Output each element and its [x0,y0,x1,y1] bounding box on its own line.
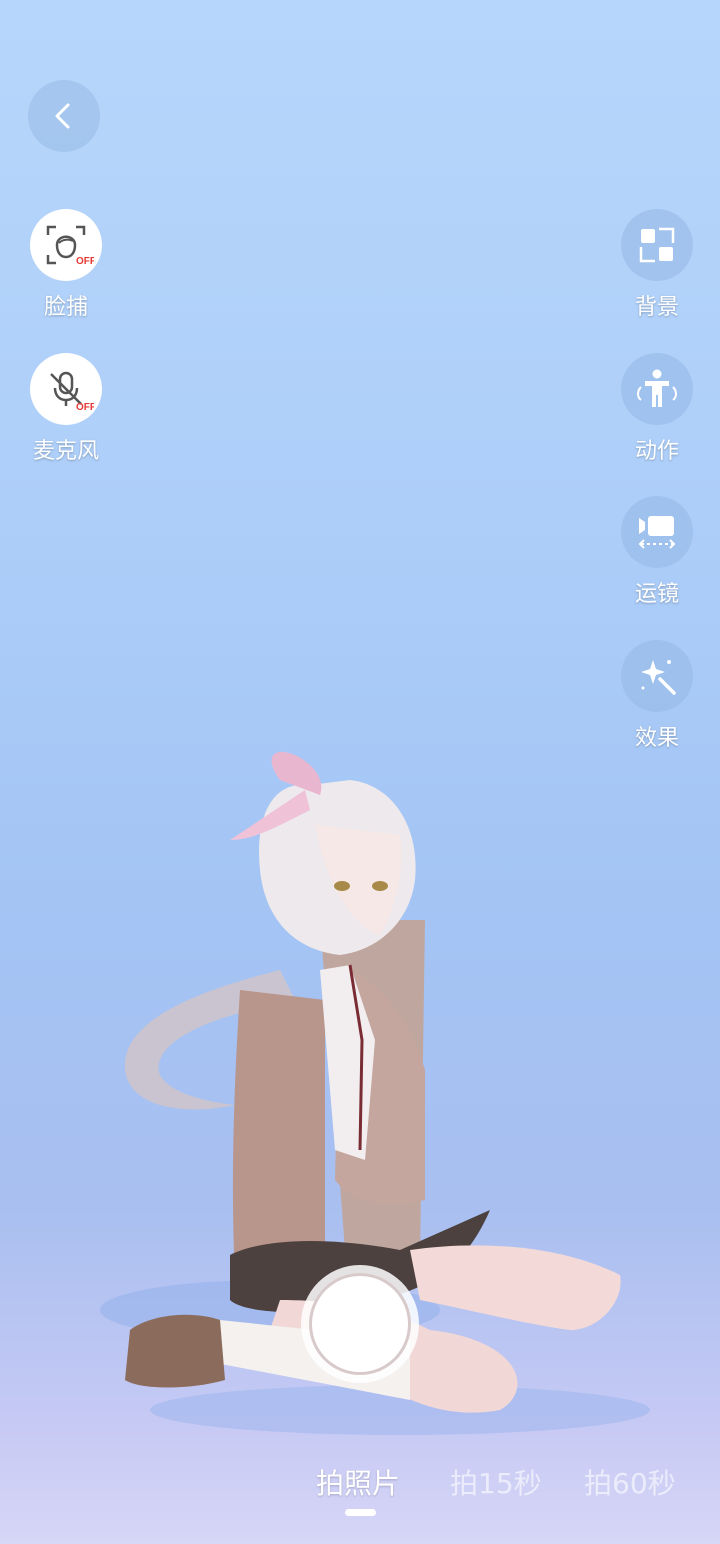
action-circle[interactable] [621,353,693,425]
microphone-muted-icon: OFF [50,371,94,413]
active-mode-indicator [345,1509,376,1516]
effects-label: 效果 [634,726,679,751]
action-label: 动作 [634,439,679,464]
face-capture-icon: OFF [46,225,94,267]
shutter-inner[interactable] [309,1273,411,1375]
tab-photo[interactable]: 拍照片 [316,1462,400,1502]
background-label: 背景 [634,295,679,320]
back-button[interactable] [28,80,100,152]
shutter-button[interactable] [301,1265,419,1383]
background-circle[interactable] [621,209,693,281]
microphone-label: 麦克风 [32,439,99,464]
effects-button[interactable]: 效果 [612,640,702,752]
camera-move-icon [638,516,676,549]
camera-screen: OFF 脸捕 OFF 麦克风 背景 动作 运镜 效果 拍照片 拍15秒 拍60秒 [0,0,720,1544]
off-badge: OFF [76,256,94,267]
chevron-left-icon [55,103,70,129]
microphone-circle[interactable]: OFF [30,353,102,425]
background-button[interactable]: 背景 [612,209,702,321]
action-button[interactable]: 动作 [612,353,702,465]
figure-icon [637,369,677,407]
face-capture-button[interactable]: OFF 脸捕 [21,209,111,321]
tab-60s[interactable]: 拍60秒 [584,1462,676,1502]
camera-move-circle[interactable] [621,496,693,568]
effects-circle[interactable] [621,640,693,712]
microphone-button[interactable]: OFF 麦克风 [21,353,111,465]
face-capture-label: 脸捕 [43,295,88,320]
face-capture-circle[interactable]: OFF [30,209,102,281]
off-badge: OFF [76,402,94,413]
tab-15s[interactable]: 拍15秒 [450,1462,542,1502]
magic-wand-icon [641,660,676,695]
grid-icon [639,227,675,263]
camera-move-label: 运镜 [634,582,679,607]
camera-move-button[interactable]: 运镜 [612,496,702,608]
